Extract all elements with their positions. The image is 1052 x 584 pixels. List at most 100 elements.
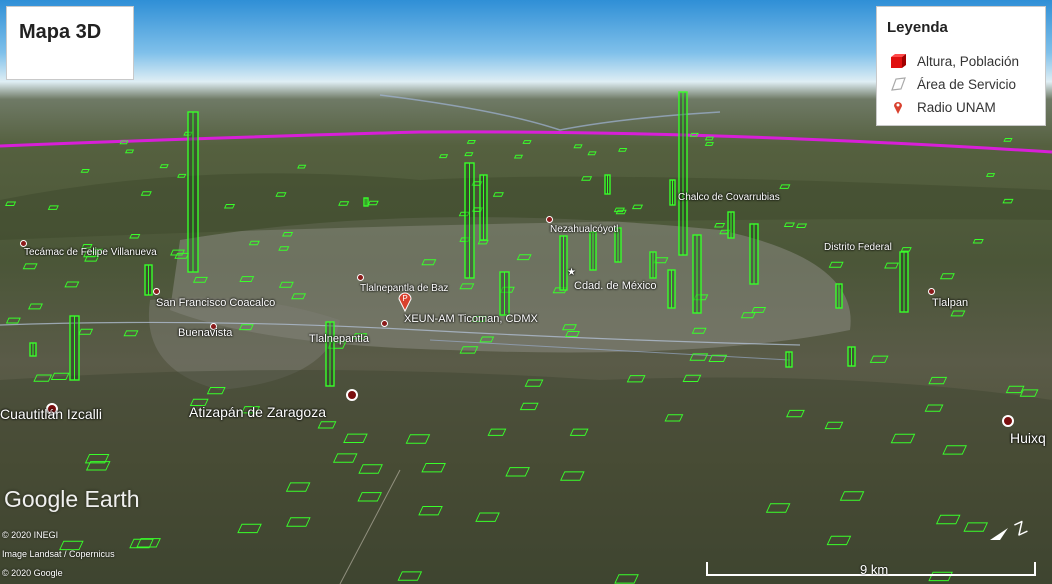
service-area-cell bbox=[80, 169, 90, 173]
place-dot bbox=[346, 389, 358, 401]
service-area-cell bbox=[1019, 389, 1039, 397]
population-tower bbox=[589, 231, 597, 271]
place-dot bbox=[928, 288, 935, 295]
service-area-cell bbox=[27, 303, 43, 310]
service-area-cell bbox=[884, 262, 900, 269]
population-tower bbox=[479, 174, 488, 241]
population-tower bbox=[785, 351, 793, 368]
capital-star-icon: ★ bbox=[567, 267, 576, 278]
map-title-box: Mapa 3D bbox=[6, 6, 134, 80]
place-tlalpan[interactable]: Tlalpan bbox=[932, 297, 968, 309]
place-nezahualcoyotl[interactable]: Nezahualcóyotl bbox=[550, 224, 618, 235]
population-tower bbox=[325, 321, 335, 387]
population-tower bbox=[69, 315, 80, 381]
place-xeun[interactable]: XEUN-AM Ticoman, CDMX bbox=[404, 313, 538, 325]
population-tower bbox=[727, 211, 735, 239]
population-tower bbox=[29, 342, 37, 357]
credit-inegi: © 2020 INEGI bbox=[2, 530, 59, 540]
place-dot bbox=[357, 274, 364, 281]
service-area-cell bbox=[587, 151, 597, 156]
service-area-cell bbox=[618, 148, 628, 152]
place-atizapan[interactable]: Atizapán de Zaragoza bbox=[189, 404, 326, 420]
place-coacalco[interactable]: San Francisco Coacalco bbox=[156, 297, 275, 309]
map-title: Mapa 3D bbox=[19, 21, 102, 43]
population-tower bbox=[678, 91, 688, 256]
legend-title: Leyenda bbox=[887, 19, 948, 36]
service-area-cell bbox=[64, 281, 80, 288]
service-area-cell bbox=[5, 317, 21, 324]
red-cube-icon bbox=[891, 54, 906, 68]
scale-label: 9 km bbox=[860, 562, 889, 577]
legend-item-radio: Radio UNAM bbox=[889, 98, 996, 116]
population-tower bbox=[187, 111, 199, 273]
map-viewport[interactable]: Mapa 3D Leyenda Altura, Población Área d… bbox=[0, 0, 1052, 584]
service-area-cell bbox=[950, 310, 966, 317]
service-area-cell bbox=[796, 223, 808, 228]
place-dot bbox=[381, 320, 388, 327]
place-cdmx[interactable]: Cdad. de México bbox=[574, 280, 657, 292]
legend-panel: Leyenda Altura, Población Área de Servic… bbox=[876, 6, 1046, 126]
population-tower bbox=[464, 162, 475, 279]
map-pin-icon bbox=[894, 102, 902, 114]
service-area-cell bbox=[985, 173, 996, 177]
population-tower bbox=[604, 174, 611, 195]
service-area-cell bbox=[464, 152, 474, 157]
place-dot bbox=[153, 288, 160, 295]
service-area-cell bbox=[438, 154, 449, 159]
service-area-cell bbox=[297, 164, 307, 169]
service-area-cell bbox=[928, 376, 948, 385]
service-area-cell bbox=[513, 154, 524, 159]
service-area-cell bbox=[783, 222, 795, 227]
place-dot bbox=[546, 216, 553, 223]
population-tower bbox=[899, 251, 909, 313]
place-df[interactable]: Distrito Federal bbox=[824, 242, 892, 253]
population-tower bbox=[667, 269, 676, 309]
place-dot bbox=[20, 240, 27, 247]
credit-landsat: Image Landsat / Copernicus bbox=[2, 549, 115, 559]
place-huixquilucan[interactable]: Huixq bbox=[1010, 430, 1046, 446]
service-area-cell bbox=[828, 261, 844, 268]
service-area-cell bbox=[22, 263, 38, 270]
service-area-cell bbox=[972, 239, 984, 244]
place-buenavista[interactable]: Buenavista bbox=[178, 327, 232, 339]
xeun-map-pin-icon[interactable]: P bbox=[397, 290, 413, 312]
service-area-cell bbox=[869, 355, 889, 363]
svg-text:Z: Z bbox=[1011, 517, 1029, 540]
population-tower bbox=[363, 197, 369, 207]
service-area-cell bbox=[939, 273, 955, 280]
outline-polygon-icon bbox=[891, 77, 906, 91]
service-area-cell bbox=[900, 247, 912, 252]
legend-item-altura: Altura, Población bbox=[889, 52, 1019, 70]
service-area-cell bbox=[159, 164, 169, 169]
service-area-cell bbox=[123, 330, 139, 337]
population-tower bbox=[669, 179, 676, 206]
service-area-cell bbox=[1003, 138, 1013, 142]
service-area-cell bbox=[78, 328, 94, 335]
service-area-cell bbox=[124, 149, 135, 154]
google-earth-logo: Google Earth bbox=[4, 486, 140, 512]
population-tower bbox=[559, 235, 568, 291]
service-area-cell bbox=[522, 140, 532, 144]
population-tower bbox=[649, 251, 657, 279]
place-tecamac[interactable]: Tecámac de Felipe Villanueva bbox=[24, 247, 157, 258]
svg-text:P: P bbox=[402, 294, 407, 303]
compass-north-icon[interactable]: Z bbox=[986, 514, 1038, 544]
place-dot bbox=[1002, 415, 1014, 427]
service-area-cell bbox=[466, 140, 476, 144]
place-cuautitlan[interactable]: Cuautitlán Izcalli bbox=[0, 406, 102, 422]
population-tower bbox=[499, 271, 510, 316]
place-chalco[interactable]: Chalco de Covarrubias bbox=[678, 192, 780, 203]
service-area-cell bbox=[573, 144, 583, 149]
service-area-cell bbox=[1005, 385, 1025, 394]
place-tlalnepantla[interactable]: Tlalnepantla bbox=[309, 333, 369, 345]
service-area-cell bbox=[704, 136, 715, 141]
population-tower bbox=[749, 223, 759, 285]
population-tower bbox=[847, 346, 856, 367]
service-area-cell bbox=[714, 223, 726, 228]
legend-item-area: Área de Servicio bbox=[889, 75, 1016, 93]
service-area-cell bbox=[177, 173, 187, 178]
credit-google: © 2020 Google bbox=[2, 568, 63, 578]
service-area-cell bbox=[704, 142, 714, 146]
population-tower bbox=[144, 264, 153, 296]
population-tower bbox=[692, 234, 702, 314]
